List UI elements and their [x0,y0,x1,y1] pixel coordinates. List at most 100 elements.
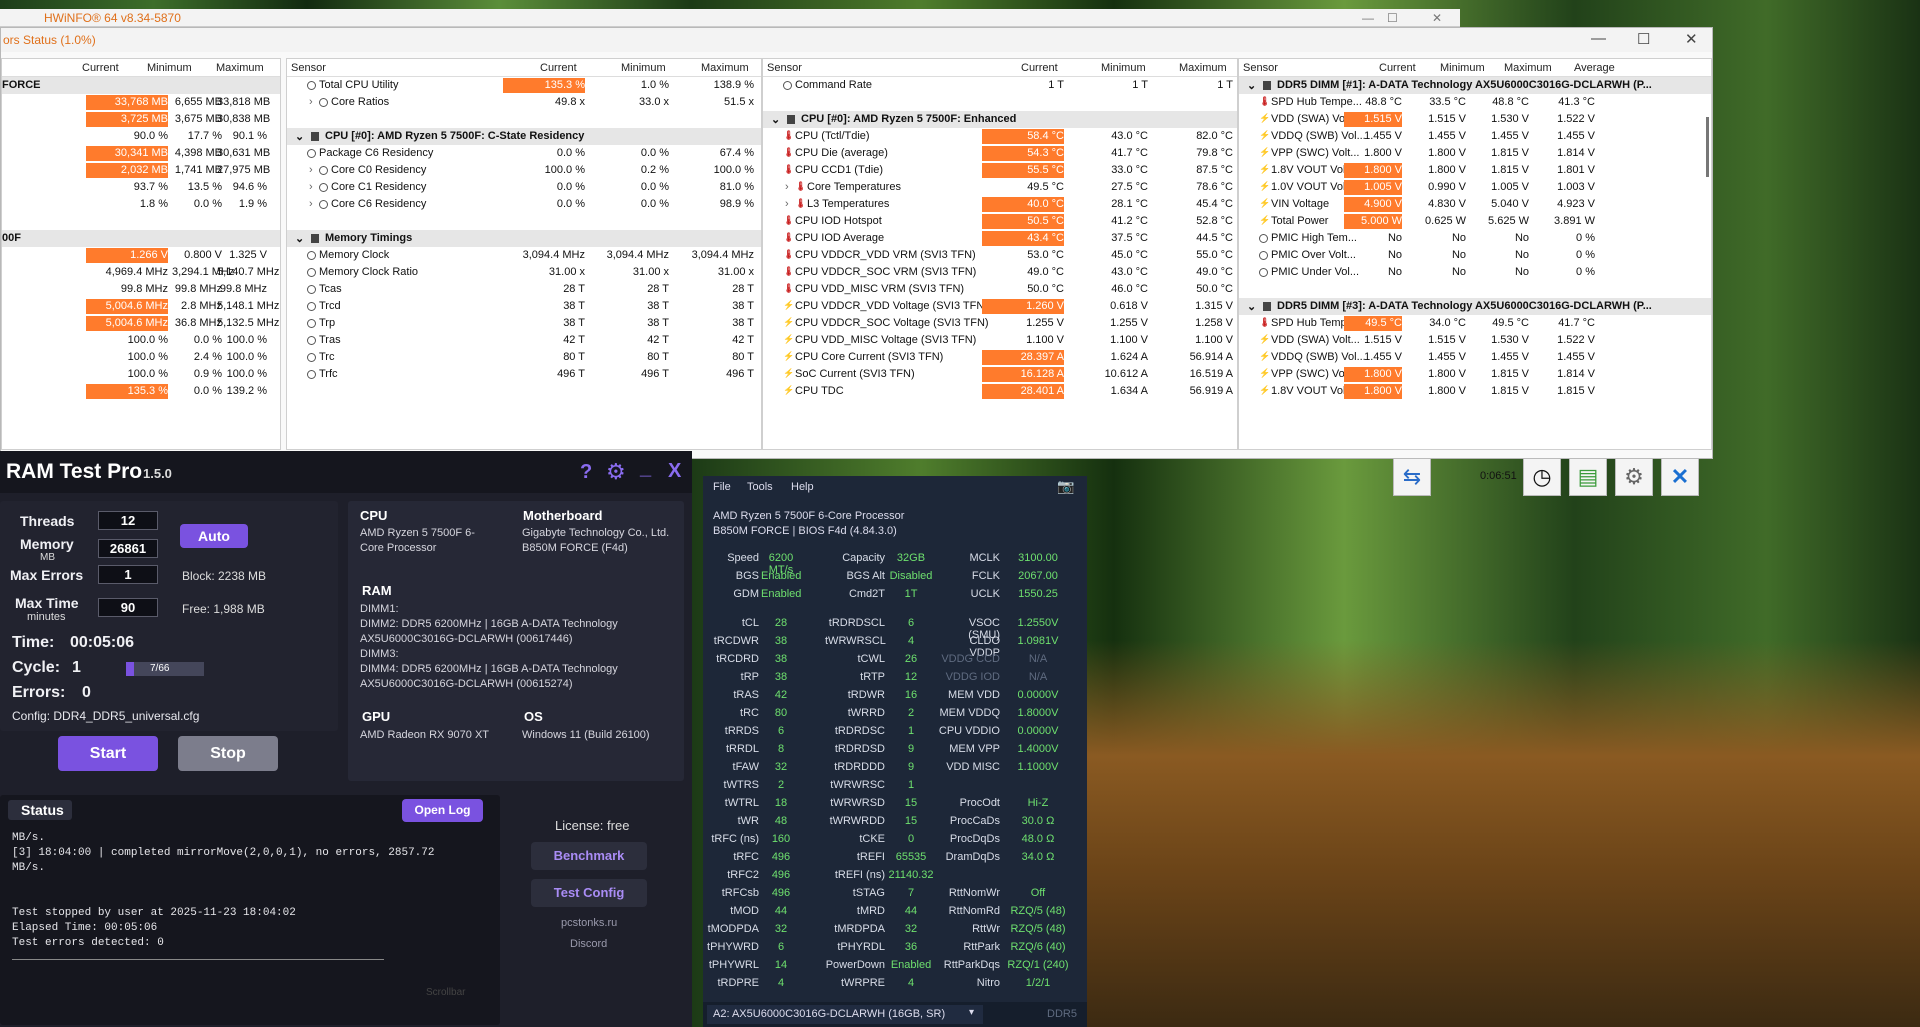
sensor-row[interactable] [287,111,761,128]
menu-help[interactable]: Help [791,481,814,493]
sensor-row[interactable]: 🌡 CPU Die (average) 54.3 °C 41.7 °C 79.8 °C [763,145,1237,162]
sensor-row[interactable]: ⚡ CPU Core Current (SVI3 TFN) 28.397 A 1.62… [763,349,1237,366]
sensor-row[interactable]: 100.0 % 0.0 % 100.0 % [2,332,280,349]
sensor-row[interactable]: › Core C1 Residency 0.0 % 0.0 % 81.0 % [287,179,761,196]
sensor-row[interactable]: Trcd 38 T 38 T 38 T [287,298,761,315]
column-header[interactable]: Minimum [1101,62,1146,74]
sensor-row[interactable]: Trc 80 T 80 T 80 T [287,349,761,366]
collapse-icon[interactable]: ⌄ [1247,79,1256,92]
expand-icon[interactable]: › [309,198,313,210]
sensor-group-row[interactable]: ⌄ CPU [#0]: AMD Ryzen 5 7500F: Enhanced [763,111,1237,128]
minimize-icon[interactable]: _ [640,457,651,480]
sensor-row[interactable]: 🌡 CPU CCD1 (Tdie) 55.5 °C 33.0 °C 87.5 °C [763,162,1237,179]
close-sensors-icon[interactable]: ✕ [1661,458,1699,496]
settings-gear-icon[interactable]: ⚙ [1615,458,1653,496]
sensor-row[interactable]: ⚡ CPU TDC 28.401 A 1.634 A 56.919 A [763,383,1237,400]
test-config-button[interactable]: Test Config [531,879,647,907]
max-errors-input[interactable]: 1 [98,565,158,584]
open-log-button[interactable]: Open Log [402,799,483,822]
log-file-icon[interactable]: ▤ [1569,458,1607,496]
sensor-row[interactable]: 🌡 CPU VDDCR_SOC VRM (SVI3 TFN) 49.0 °C 43.0… [763,264,1237,281]
sensor-row[interactable]: 🌡 CPU VDD_MISC VRM (SVI3 TFN) 50.0 °C 46.0 … [763,281,1237,298]
sensors-titlebar[interactable]: ors Status (1.0%) — ☐ ✕ [1,28,1712,52]
sensor-row[interactable]: Tras 42 T 42 T 42 T [287,332,761,349]
sensor-row[interactable]: ⚡ VIN Voltage 4.900 V 4.830 V 5.040 V 4.923 V [1239,196,1711,213]
sensor-row[interactable]: Tcas 28 T 28 T 28 T [287,281,761,298]
sensor-row[interactable]: 2,032 MB 1,741 MB 27,975 MB [2,162,280,179]
sensor-row[interactable]: PMIC High Tem... No No No 0 % [1239,230,1711,247]
column-header[interactable]: Current [540,62,577,74]
sensor-row[interactable]: Memory Clock 3,094.4 MHz 3,094.4 MHz 3,094.… [287,247,761,264]
start-button[interactable]: Start [58,736,158,771]
stop-button[interactable]: Stop [178,736,278,771]
column-header[interactable]: Sensor [1243,62,1278,74]
menu-file[interactable]: File [713,481,731,493]
column-header[interactable]: Maximum [1504,62,1552,74]
sensor-row[interactable]: 100.0 % 2.4 % 100.0 % [2,349,280,366]
collapse-icon[interactable]: ⌄ [771,113,780,126]
sensor-row[interactable]: ⚡ VDD (SWA) Volt... 1.515 V 1.515 V 1.530 V1… [1239,111,1711,128]
sensor-row[interactable]: ⚡ 1.0V VOUT Volt... 1.005 V 0.990 V 1.005 V1… [1239,179,1711,196]
column-header[interactable]: Current [1379,62,1416,74]
sensor-group-row[interactable]: 00F [2,230,280,247]
sensor-group-row[interactable]: FORCE [2,77,280,94]
memory-input[interactable]: 26861 [98,539,158,558]
column-header[interactable]: Maximum [1179,62,1227,74]
column-header[interactable]: Current [82,62,119,74]
sensor-pane-3[interactable]: Sensor Current Minimum Maximum Command Rate 1… [762,58,1238,450]
sensor-row[interactable]: › Core C6 Residency 0.0 % 0.0 % 98.9 % [287,196,761,213]
sensor-row[interactable]: ⚡ Total Power 5.000 W 0.625 W 5.625 W 3.891 W [1239,213,1711,230]
expand-icon[interactable]: › [309,96,313,108]
auto-button[interactable]: Auto [180,524,248,548]
sensor-row[interactable] [287,213,761,230]
sensor-row[interactable]: › 🌡 L3 Temperatures 40.0 °C 28.1 °C 45.4 °C [763,196,1237,213]
sensor-row[interactable]: ⚡ VDDQ (SWB) Vol... 1.455 V 1.455 V 1.455 V1… [1239,349,1711,366]
column-header[interactable]: Sensor [291,62,326,74]
sensor-row[interactable]: Memory Clock Ratio 31.00 x 31.00 x 31.00 x [287,264,761,281]
sensor-group-row[interactable]: ⌄ DDR5 DIMM [#3]: A-DATA Technology AX5U6… [1239,298,1711,315]
sensor-row[interactable]: 100.0 % 0.9 % 100.0 % [2,366,280,383]
sensor-row[interactable]: ⚡ 1.8V VOUT Volt... 1.800 V 1.800 V 1.815 V1… [1239,162,1711,179]
collapse-icon[interactable]: ⌄ [295,232,304,245]
sensor-row[interactable]: 90.0 % 17.7 % 90.1 % [2,128,280,145]
sensor-row[interactable] [763,94,1237,111]
expand-icon[interactable]: › [785,181,789,193]
minimize-icon[interactable]: — [1591,30,1606,47]
sensor-pane-1[interactable]: Current Minimum Maximum FORCE 33,768 MB 6,655… [1,58,281,450]
sensor-row[interactable]: ⚡ VDDQ (SWB) Vol... 1.455 V 1.455 V 1.455 V1… [1239,128,1711,145]
sensor-row[interactable]: 🌡 CPU IOD Hotspot 50.5 °C 41.2 °C 52.8 °C [763,213,1237,230]
network-icon[interactable]: ⇆ [1393,458,1431,496]
column-header[interactable]: Maximum [216,62,264,74]
collapse-icon[interactable]: ⌄ [295,130,304,143]
sensor-row[interactable]: 5,004.6 MHz 2.8 MHz 5,148.1 MHz [2,298,280,315]
column-header[interactable]: Sensor [767,62,802,74]
sensor-row[interactable] [1239,281,1711,298]
benchmark-button[interactable]: Benchmark [531,842,647,870]
sensor-row[interactable]: 33,768 MB 6,655 MB 33,818 MB [2,94,280,111]
sensor-row[interactable]: ⚡ SoC Current (SVI3 TFN) 16.128 A 10.612 A 1… [763,366,1237,383]
column-header[interactable]: Minimum [147,62,192,74]
sensor-row[interactable]: Trfc 496 T 496 T 496 T [287,366,761,383]
minimize-icon[interactable]: — [1362,11,1374,25]
expand-icon[interactable]: › [309,181,313,193]
site-link[interactable]: pcstonks.ru [561,917,617,929]
menu-tools[interactable]: Tools [747,481,773,493]
column-header[interactable]: Current [1021,62,1058,74]
close-icon[interactable]: ✕ [1685,30,1698,48]
max-time-input[interactable]: 90 [98,598,158,617]
expand-icon[interactable]: › [309,164,313,176]
sensor-row[interactable]: 4,969.4 MHz 3,294.1 MHz 5,140.7 MHz [2,264,280,281]
close-icon[interactable]: ✕ [1432,11,1442,25]
column-header[interactable]: Minimum [1440,62,1485,74]
scrollbar-label[interactable]: Scrollbar [426,987,465,998]
sensor-row[interactable]: 1.266 V 0.800 V 1.325 V [2,247,280,264]
maximize-icon[interactable]: ☐ [1387,11,1398,25]
sensor-row[interactable]: 3,725 MB 3,675 MB 30,838 MB [2,111,280,128]
sensor-row[interactable]: Package C6 Residency 0.0 % 0.0 % 67.4 % [287,145,761,162]
hwinfo-main-titlebar[interactable]: HWiNFO® 64 v8.34-5870 — ☐ ✕ [0,9,1460,27]
sensor-row[interactable]: 99.8 MHz 99.8 MHz 99.8 MHz [2,281,280,298]
camera-icon[interactable]: 📷 [1057,478,1074,495]
sensor-row[interactable]: ⚡ VDD (SWA) Volt... 1.515 V 1.515 V 1.530 V1… [1239,332,1711,349]
maximize-icon[interactable]: ☐ [1637,30,1650,48]
sensor-row[interactable]: ⚡ VPP (SWC) Volt... 1.800 V 1.800 V 1.815 V1… [1239,366,1711,383]
